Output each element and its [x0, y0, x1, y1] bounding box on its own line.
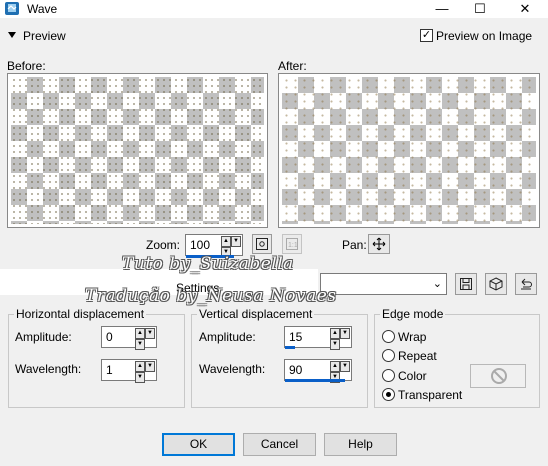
v-amplitude-slider-bar[interactable] — [285, 346, 295, 349]
reset-arrow-icon — [521, 278, 532, 290]
radio-transparent[interactable] — [382, 388, 395, 401]
svg-text:1:1: 1:1 — [288, 242, 298, 249]
radio-transparent-label[interactable]: Transparent — [398, 388, 462, 402]
after-label: After: — [278, 59, 307, 73]
h-wavelength-stepper[interactable]: 1 ▲▼▼▼ — [101, 359, 157, 383]
radio-color[interactable] — [382, 369, 395, 382]
dropdown-arrow-icon[interactable]: ▼ — [231, 236, 241, 247]
vertical-displacement-title: Vertical displacement — [197, 307, 315, 321]
help-button[interactable]: Help — [324, 433, 397, 456]
v-amplitude-value[interactable]: 15 — [289, 330, 302, 344]
radio-color-label[interactable]: Color — [398, 369, 427, 383]
window-title: Wave — [27, 2, 58, 16]
no-color-icon — [491, 368, 507, 384]
preview-label[interactable]: Preview — [23, 29, 66, 43]
save-disk-icon — [460, 278, 472, 290]
zoom-spin-arrows[interactable]: ▲▼ ▼▼ — [221, 236, 241, 258]
down-arrow-icon[interactable]: ▼ — [135, 372, 145, 383]
radio-repeat[interactable] — [382, 349, 395, 362]
app-icon — [5, 2, 19, 15]
up-arrow-icon[interactable]: ▲ — [135, 361, 145, 372]
v-amplitude-stepper[interactable]: 15 ▲▼▼▼ — [284, 326, 352, 350]
save-preset-button[interactable] — [455, 273, 477, 295]
preview-on-image-label: Preview on Image — [436, 29, 533, 43]
h-amplitude-label: Amplitude: — [15, 330, 72, 344]
up-arrow-icon[interactable]: ▲ — [330, 328, 340, 339]
v-wavelength-slider-bar[interactable] — [285, 379, 345, 382]
collapse-triangle-icon[interactable] — [8, 32, 16, 38]
dropdown-arrow-icon[interactable]: ▼ — [145, 361, 155, 372]
before-label: Before: — [7, 59, 46, 73]
v-amplitude-label: Amplitude: — [199, 330, 256, 344]
reset-button[interactable] — [515, 273, 537, 295]
before-preview[interactable] — [7, 73, 268, 228]
zoom-fit-icon — [256, 238, 268, 250]
horizontal-displacement-group — [8, 314, 185, 408]
watermark-line-2: Tradução by_Neusa Novaes — [85, 286, 337, 306]
pan-button[interactable] — [368, 234, 390, 254]
up-arrow-icon[interactable]: ▲ — [330, 361, 340, 372]
after-texture — [282, 77, 536, 224]
v-wavelength-stepper[interactable]: 90 ▲▼▼▼ — [284, 359, 352, 383]
randomize-button[interactable] — [485, 273, 507, 295]
zoom-actual-icon: 1:1 — [286, 238, 298, 250]
ok-button[interactable]: OK — [162, 433, 235, 456]
up-arrow-icon[interactable]: ▲ — [221, 236, 231, 247]
cancel-button[interactable]: Cancel — [243, 433, 316, 456]
before-texture — [11, 77, 264, 224]
radio-wrap-label[interactable]: Wrap — [398, 330, 426, 344]
pan-label: Pan: — [342, 238, 367, 252]
move-cross-icon — [372, 237, 386, 251]
h-amplitude-stepper[interactable]: 0 ▲▼▼▼ — [101, 326, 157, 350]
horizontal-displacement-title: Horizontal displacement — [14, 307, 147, 321]
zoom-actual-button[interactable]: 1:1 — [282, 234, 302, 254]
edge-mode-title: Edge mode — [380, 307, 446, 321]
h-amplitude-value[interactable]: 0 — [106, 330, 113, 344]
up-arrow-icon[interactable]: ▲ — [135, 328, 145, 339]
v-wavelength-value[interactable]: 90 — [289, 363, 302, 377]
maximize-button[interactable]: ☐ — [465, 0, 495, 18]
h-wavelength-value[interactable]: 1 — [106, 363, 113, 377]
preview-on-image-checkbox[interactable]: ✓ — [420, 29, 433, 42]
radio-wrap[interactable] — [382, 330, 395, 343]
preset-dropdown[interactable]: ⌄ — [320, 273, 447, 295]
zoom-value[interactable]: 100 — [190, 238, 210, 252]
minimize-button[interactable]: — — [427, 0, 457, 18]
color-swatch-button[interactable] — [470, 364, 526, 388]
radio-repeat-label[interactable]: Repeat — [398, 349, 437, 363]
watermark-line-1: Tuto by_Suizabella — [122, 254, 294, 274]
chevron-down-icon: ⌄ — [432, 278, 442, 290]
h-wavelength-label: Wavelength: — [15, 362, 82, 376]
dropdown-arrow-icon[interactable]: ▼ — [340, 361, 350, 372]
zoom-stepper[interactable]: 100 ▲▼ ▼▼ — [185, 234, 243, 258]
dropdown-arrow-icon[interactable]: ▼ — [340, 328, 350, 339]
v-wavelength-label: Wavelength: — [199, 362, 266, 376]
zoom-label: Zoom: — [146, 238, 181, 252]
down-arrow-icon[interactable]: ▼ — [330, 339, 340, 350]
dropdown-arrow-icon[interactable]: ▼ — [145, 328, 155, 339]
zoom-fit-button[interactable] — [252, 234, 272, 254]
dice-icon — [489, 277, 503, 291]
close-button[interactable]: ✕ — [510, 0, 540, 18]
down-arrow-icon[interactable]: ▼ — [135, 339, 145, 350]
after-preview[interactable] — [278, 73, 540, 228]
